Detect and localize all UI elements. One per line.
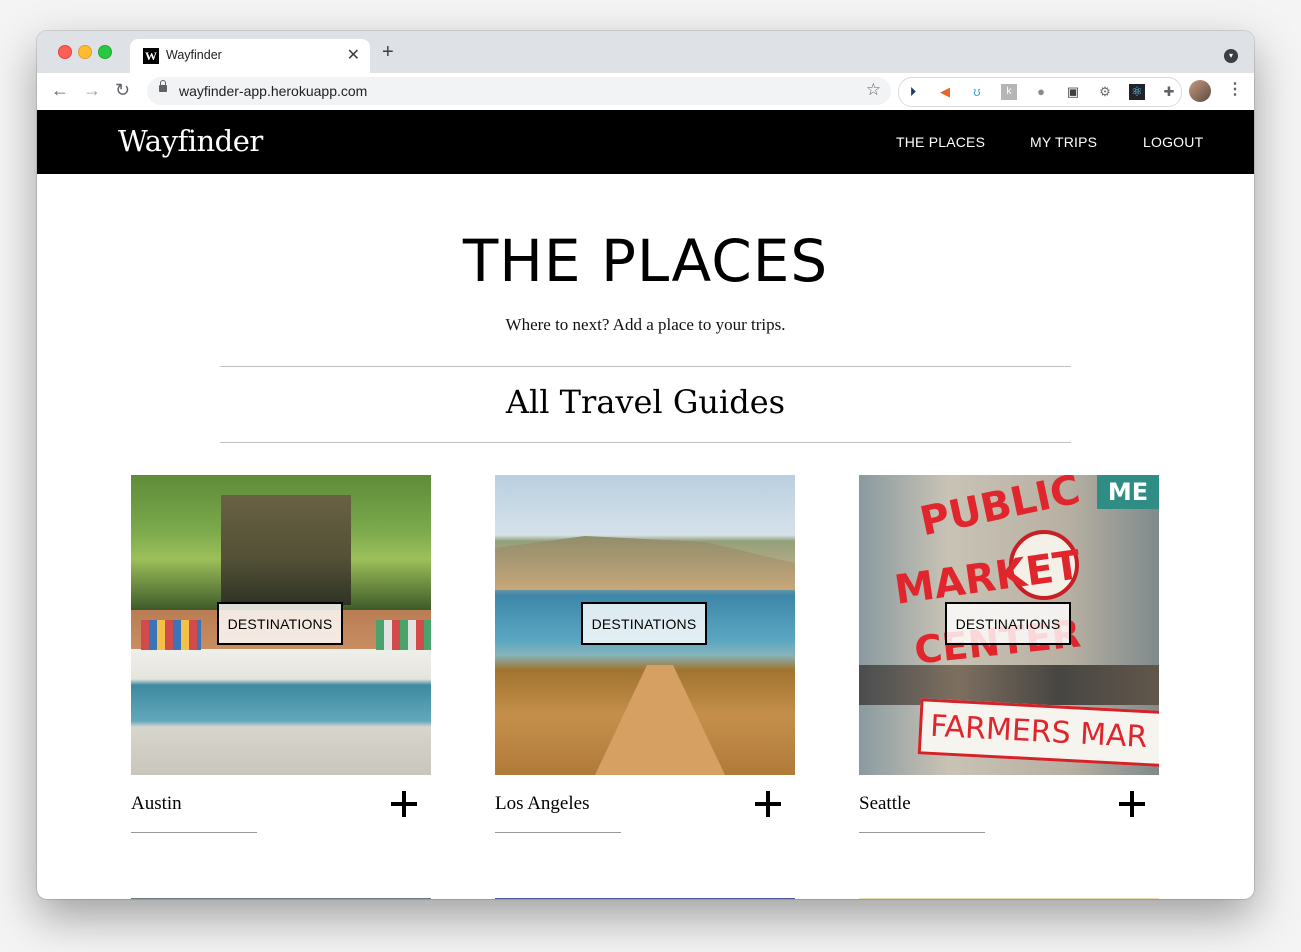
browser-menu-icon[interactable]: ⋮ xyxy=(1227,79,1243,99)
cushion-shape xyxy=(141,620,201,650)
address-bar[interactable]: wayfinder-app.herokuapp.com ☆ xyxy=(147,77,891,105)
place-name: Los Angeles xyxy=(495,793,590,814)
lock-icon xyxy=(159,80,167,92)
add-place-plus-icon[interactable] xyxy=(1119,791,1145,817)
cushion-shape xyxy=(376,620,431,650)
destinations-button[interactable]: DESTINATIONS xyxy=(945,602,1071,645)
pergola-shape xyxy=(221,495,351,605)
browser-toolbar: ← → ↻ wayfinder-app.herokuapp.com ☆ ⏵ ◀ … xyxy=(37,73,1254,111)
reload-icon[interactable]: ↻ xyxy=(115,80,130,100)
profile-avatar[interactable] xyxy=(1189,80,1211,102)
destinations-button[interactable]: DESTINATIONS xyxy=(217,602,343,645)
nav-logout[interactable]: LOGOUT xyxy=(1143,134,1203,150)
flask-icon[interactable]: ʊ xyxy=(969,84,985,100)
cliff-shape xyxy=(495,536,795,590)
page-subtitle: Where to next? Add a place to your trips… xyxy=(505,315,786,334)
place-card-austin: DESTINATIONS Austin xyxy=(131,475,431,833)
gear-icon[interactable]: ⚙ xyxy=(1097,84,1113,100)
minimize-window-button[interactable] xyxy=(78,45,92,59)
play-circle-icon[interactable]: ⏵ xyxy=(905,84,921,100)
sign-text: ME xyxy=(1097,475,1159,509)
nav-the-places[interactable]: THE PLACES xyxy=(896,134,985,150)
bookmark-star-icon[interactable]: ☆ xyxy=(866,80,881,100)
tab-title: Wayfinder xyxy=(166,48,222,62)
place-image-austin[interactable]: DESTINATIONS xyxy=(131,475,431,775)
place-card-peek xyxy=(131,898,431,899)
add-place-plus-icon[interactable] xyxy=(755,791,781,817)
page-title: THE PLACES xyxy=(462,227,829,295)
place-card-peek xyxy=(859,898,1159,899)
forward-arrow-icon[interactable]: → xyxy=(83,80,101,100)
place-image-seattle[interactable]: ME PUBLIC MARKET CENTER FARMERS MAR DEST… xyxy=(859,475,1159,775)
maximize-window-button[interactable] xyxy=(98,45,112,59)
chat-bubble-icon[interactable]: ● xyxy=(1033,84,1049,100)
url-text: wayfinder-app.herokuapp.com xyxy=(179,83,368,99)
tab-wayfinder[interactable]: W Wayfinder ✕ xyxy=(130,39,370,73)
puzzle-k-icon[interactable]: k xyxy=(1001,84,1017,100)
back-arrow-icon[interactable]: ← xyxy=(51,80,69,100)
place-card-los-angeles: DESTINATIONS Los Angeles xyxy=(495,475,795,833)
place-card-peek xyxy=(495,898,795,899)
place-name: Seattle xyxy=(859,793,911,814)
sign-text: FARMERS MAR xyxy=(917,698,1159,768)
place-underline xyxy=(495,832,621,833)
extensions-bar: ⏵ ◀ ʊ k ● ▣ ⚙ ⚛ ✚ xyxy=(898,77,1182,107)
site-header: Wayfinder THE PLACES MY TRIPS LOGOUT xyxy=(37,110,1254,174)
place-underline xyxy=(859,832,985,833)
close-tab-icon[interactable]: ✕ xyxy=(347,45,360,65)
site-logo[interactable]: Wayfinder xyxy=(118,124,263,158)
extensions-puzzle-icon[interactable]: ✚ xyxy=(1161,84,1177,100)
new-tab-button[interactable]: + xyxy=(382,41,394,64)
tab-strip: W Wayfinder ✕ + ▾ xyxy=(37,31,1254,73)
place-underline xyxy=(131,832,257,833)
megaphone-icon[interactable]: ◀ xyxy=(937,84,953,100)
divider-bottom xyxy=(220,442,1071,443)
place-name: Austin xyxy=(131,793,182,814)
section-title: All Travel Guides xyxy=(505,383,786,421)
browser-window: W Wayfinder ✕ + ▾ ← → ↻ wayfinder-app.he… xyxy=(37,31,1254,899)
add-place-plus-icon[interactable] xyxy=(391,791,417,817)
divider-top xyxy=(220,366,1071,367)
site-favicon-icon: W xyxy=(143,48,159,64)
nav-my-trips[interactable]: MY TRIPS xyxy=(1030,134,1097,150)
place-card-seattle: ME PUBLIC MARKET CENTER FARMERS MAR DEST… xyxy=(859,475,1159,833)
react-icon[interactable]: ⚛ xyxy=(1129,84,1145,100)
tab-search-icon[interactable]: ▾ xyxy=(1224,49,1238,63)
trail-shape xyxy=(595,665,725,775)
place-image-los-angeles[interactable]: DESTINATIONS xyxy=(495,475,795,775)
destinations-button[interactable]: DESTINATIONS xyxy=(581,602,707,645)
crowd-shape xyxy=(859,665,1159,705)
close-window-button[interactable] xyxy=(58,45,72,59)
picture-in-picture-icon[interactable]: ▣ xyxy=(1065,84,1081,100)
